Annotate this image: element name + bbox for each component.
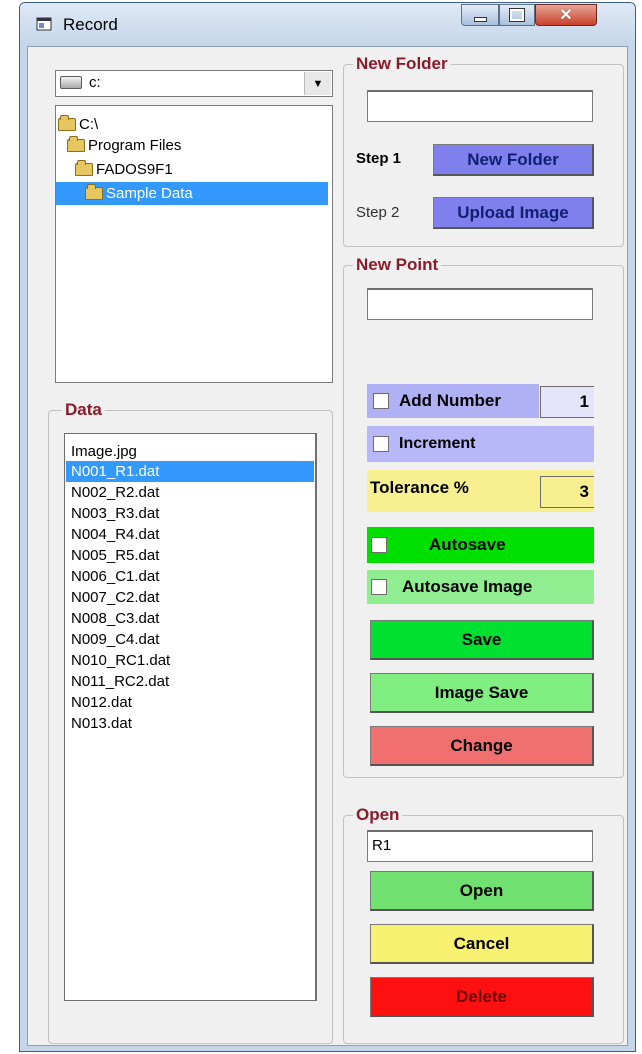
new-folder-button[interactable]: New Folder bbox=[433, 144, 594, 176]
change-button[interactable]: Change bbox=[370, 726, 594, 766]
directory-item-label: C:\ bbox=[79, 115, 99, 133]
autosave-image-checkbox[interactable] bbox=[371, 579, 387, 595]
drive-select-value: c: bbox=[89, 74, 101, 91]
open-folder-icon bbox=[58, 114, 76, 131]
tolerance-input[interactable]: 3 bbox=[540, 476, 594, 508]
directory-item[interactable]: C:\ bbox=[58, 114, 98, 134]
data-file-item[interactable]: N010_RC1.dat bbox=[71, 650, 170, 671]
open-button[interactable]: Open bbox=[370, 871, 594, 911]
open-folder-icon bbox=[85, 183, 103, 200]
dropdown-arrow-button[interactable]: ▼ bbox=[304, 72, 331, 95]
data-file-item[interactable]: N008_C3.dat bbox=[71, 608, 159, 629]
maximize-icon bbox=[509, 8, 525, 22]
add-number-label: Add Number bbox=[399, 391, 501, 410]
upload-image-button[interactable]: Upload Image bbox=[433, 197, 594, 229]
image-save-button[interactable]: Image Save bbox=[370, 673, 594, 713]
minimize-button[interactable] bbox=[461, 4, 499, 26]
data-file-item[interactable]: N012.dat bbox=[71, 692, 132, 713]
window-app-icon bbox=[36, 17, 52, 31]
tolerance-label: Tolerance % bbox=[370, 478, 469, 497]
drive-icon bbox=[60, 76, 82, 89]
directory-item-label: FADOS9F1 bbox=[96, 160, 173, 178]
cancel-button[interactable]: Cancel bbox=[370, 924, 594, 964]
directory-item-selected[interactable]: Sample Data bbox=[85, 183, 193, 203]
add-number-row[interactable]: Add Number bbox=[367, 384, 539, 418]
add-number-input[interactable]: 1 bbox=[540, 386, 594, 418]
directory-item-label: Sample Data bbox=[106, 184, 193, 202]
data-file-item[interactable]: N005_R5.dat bbox=[71, 545, 159, 566]
autosave-image-label: Autosave Image bbox=[402, 577, 533, 596]
close-button[interactable]: ✕ bbox=[535, 4, 597, 26]
delete-button[interactable]: Delete bbox=[370, 977, 594, 1017]
save-button[interactable]: Save bbox=[370, 620, 594, 660]
data-file-item[interactable]: N004_R4.dat bbox=[71, 524, 159, 545]
chevron-down-icon: ▼ bbox=[312, 77, 324, 90]
open-folder-icon bbox=[67, 135, 85, 152]
data-file-item[interactable]: N011_RC2.dat bbox=[71, 671, 169, 692]
open-group-title: Open bbox=[353, 805, 403, 825]
data-file-item[interactable]: Image.jpg bbox=[71, 441, 137, 462]
open-name-input[interactable]: R1 bbox=[367, 830, 593, 862]
new-point-group-title: New Point bbox=[353, 255, 442, 275]
data-group-title: Data bbox=[62, 400, 105, 420]
minimize-icon bbox=[473, 16, 487, 22]
data-file-item[interactable]: N013.dat bbox=[71, 713, 132, 734]
autosave-checkbox[interactable] bbox=[371, 537, 387, 553]
step2-label: Step 2 bbox=[356, 204, 400, 221]
data-file-item[interactable]: N006_C1.dat bbox=[71, 566, 159, 587]
autosave-label: Autosave bbox=[429, 535, 506, 554]
autosave-row[interactable]: Autosave bbox=[367, 527, 594, 563]
new-folder-name-input[interactable] bbox=[367, 90, 593, 122]
data-file-item-selected[interactable]: N001_R1.dat bbox=[71, 461, 159, 482]
new-point-name-input[interactable] bbox=[367, 288, 593, 320]
directory-item[interactable]: Program Files bbox=[67, 135, 181, 155]
window-title: Record bbox=[63, 15, 118, 34]
increment-label: Increment bbox=[399, 435, 476, 452]
step1-label: Step 1 bbox=[356, 150, 402, 167]
autosave-image-row[interactable]: Autosave Image bbox=[367, 570, 594, 604]
increment-row[interactable]: Increment bbox=[367, 426, 594, 462]
directory-item-label: Program Files bbox=[88, 136, 182, 154]
data-file-item[interactable]: N003_R3.dat bbox=[71, 503, 159, 524]
new-folder-group-title: New Folder bbox=[353, 54, 451, 74]
add-number-checkbox[interactable] bbox=[373, 393, 389, 409]
data-file-item[interactable]: N009_C4.dat bbox=[71, 629, 159, 650]
directory-item[interactable]: FADOS9F1 bbox=[75, 159, 173, 179]
data-file-item[interactable]: N007_C2.dat bbox=[71, 587, 159, 608]
maximize-button[interactable] bbox=[499, 4, 535, 26]
increment-checkbox[interactable] bbox=[373, 436, 389, 452]
close-icon: ✕ bbox=[559, 7, 573, 24]
data-file-item[interactable]: N002_R2.dat bbox=[71, 482, 159, 503]
open-folder-icon bbox=[75, 159, 93, 176]
